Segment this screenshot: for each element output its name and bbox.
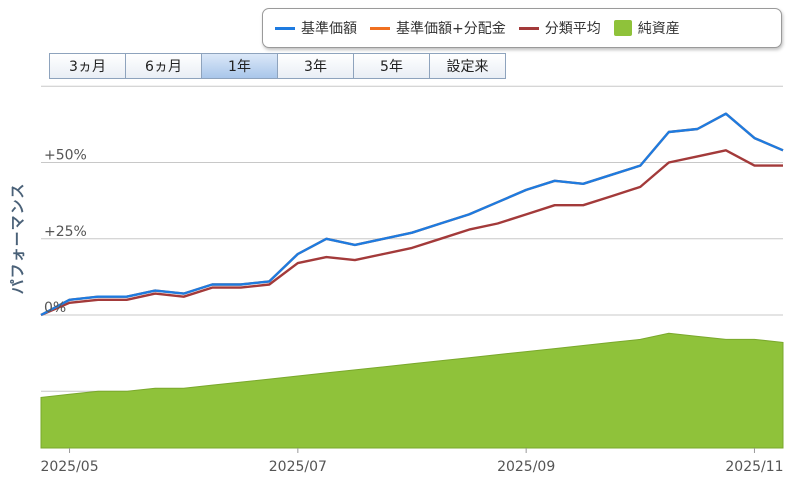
net-assets-fill (40, 332, 784, 449)
legend-item[interactable]: 純資産 (613, 18, 680, 38)
period-tab[interactable]: 6ヵ月 (125, 53, 202, 79)
series-line-1 (40, 112, 784, 317)
legend-swatch-box (613, 20, 632, 36)
period-tabs: 3ヵ月 6ヵ月 1年 3年 5年 設定来 (49, 53, 506, 79)
legend-item[interactable]: 基準価額 (275, 18, 357, 38)
net-assets-area (40, 332, 784, 449)
series-line-0 (40, 112, 784, 317)
legend-label: 純資産 (637, 21, 680, 37)
x-tick-label: 2025/09 (497, 459, 555, 475)
y-tick-labels: +50% +25% 0% (44, 148, 87, 317)
chart-legend: 基準価額 基準価額+分配金 分類平均 純資産 (262, 8, 782, 48)
period-tab[interactable]: 3年 (277, 53, 354, 79)
period-tab[interactable]: 1年 (201, 53, 278, 79)
legend-swatch-line (370, 26, 390, 30)
x-tick-label: 2025/05 (40, 459, 98, 475)
period-tab[interactable]: 設定来 (429, 53, 506, 79)
legend-swatch-line (275, 26, 295, 30)
legend-item[interactable]: 基準価額+分配金 (370, 18, 506, 38)
legend-item[interactable]: 分類平均 (518, 18, 601, 38)
legend-swatch-line (518, 26, 539, 30)
legend-label: 基準価額+分配金 (396, 21, 506, 37)
legend-label: 基準価額 (301, 21, 357, 37)
y-axis-label: パフォーマンス (8, 182, 27, 295)
x-tick-label: 2025/07 (269, 459, 327, 475)
y-tick-label: +25% (44, 224, 87, 240)
period-tab[interactable]: 5年 (353, 53, 430, 79)
series-lines (40, 112, 784, 317)
x-tick-labels: 2025/052025/072025/092025/112026/012026/… (40, 448, 784, 475)
x-tick-label: 2025/11 (725, 459, 783, 475)
y-tick-label: 0% (44, 300, 66, 316)
legend-label: 分類平均 (544, 21, 601, 37)
y-tick-label: +50% (44, 148, 87, 164)
period-tab[interactable]: 3ヵ月 (49, 53, 126, 79)
